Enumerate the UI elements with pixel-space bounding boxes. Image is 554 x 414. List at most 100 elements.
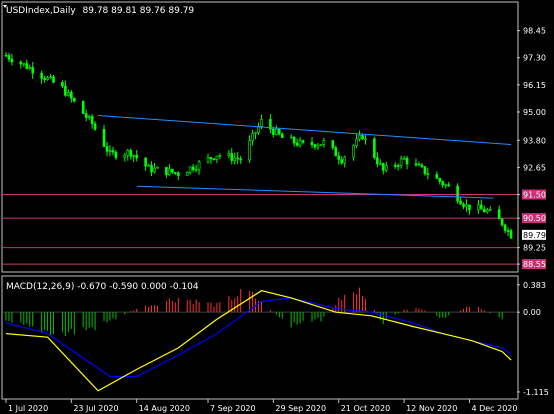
- candle-body: [298, 140, 302, 146]
- x-tick-label: 4 Dec 2020: [471, 404, 517, 413]
- candle-body: [393, 165, 397, 167]
- y-tick-label: 95.00: [523, 108, 546, 117]
- macd-label: MACD(12,26,9) -0.670 -0.590 0.000 -0.104: [6, 282, 199, 292]
- candle-body: [168, 168, 171, 176]
- candle-body: [399, 158, 403, 166]
- candle-body: [191, 166, 195, 171]
- candle-body: [135, 155, 138, 159]
- candle-body: [462, 203, 465, 207]
- x-tick-label: 29 Sep 2020: [275, 404, 326, 413]
- candle-body: [206, 157, 210, 163]
- candle-body: [40, 72, 43, 79]
- candle-body: [313, 144, 317, 148]
- candle-body: [19, 61, 23, 65]
- candle-body: [233, 157, 237, 161]
- candle-body: [376, 157, 379, 164]
- candle-body: [373, 138, 376, 158]
- candle-body: [22, 63, 26, 65]
- candle-body: [215, 155, 219, 160]
- candle-body: [144, 157, 147, 167]
- macd-y-tick-label: -1.115: [523, 388, 549, 397]
- current-price-label: 89.79: [523, 231, 546, 240]
- candle-body: [156, 166, 159, 169]
- candle-body: [218, 155, 222, 157]
- y-tick-label: 98.45: [523, 27, 546, 36]
- candle-body: [52, 76, 55, 83]
- candle-body: [254, 132, 257, 134]
- candle-body: [379, 163, 382, 165]
- candle-body: [301, 140, 305, 143]
- candle-body: [230, 153, 234, 161]
- y-tick-label: 97.30: [523, 54, 546, 63]
- macd-y-tick-label: 0.00: [523, 308, 541, 317]
- candle-body: [364, 138, 367, 141]
- candle-body: [209, 157, 213, 160]
- x-tick-label: 23 Jul 2020: [73, 404, 118, 413]
- candle-body: [500, 218, 504, 226]
- candle-body: [331, 140, 335, 148]
- candle-body: [441, 181, 445, 186]
- candle-body: [165, 166, 168, 176]
- candle-body: [275, 128, 278, 135]
- candle-body: [81, 100, 85, 114]
- candle-body: [239, 158, 242, 161]
- candle-body: [423, 166, 427, 174]
- candle-body: [31, 67, 35, 74]
- chart-background: [0, 0, 554, 414]
- candle-body: [503, 224, 507, 231]
- candle-body: [414, 163, 418, 166]
- candle-body: [465, 204, 468, 207]
- candle-body: [197, 161, 201, 170]
- candle-body: [105, 146, 109, 152]
- candle-body: [289, 136, 293, 139]
- candle-body: [361, 134, 364, 140]
- candle-body: [509, 230, 513, 239]
- candle-body: [111, 150, 115, 153]
- candle-body: [435, 174, 439, 179]
- candle-body: [417, 163, 421, 166]
- candle-body: [73, 97, 76, 102]
- candle-body: [150, 165, 153, 173]
- candle-body: [108, 150, 112, 152]
- candle-body: [153, 167, 156, 173]
- candle-body: [90, 116, 94, 125]
- candle-body: [280, 133, 284, 138]
- candle-body: [352, 145, 355, 158]
- candle-body: [7, 55, 11, 60]
- candle-body: [405, 157, 409, 165]
- candle-body: [272, 128, 275, 135]
- candle-body: [212, 158, 216, 161]
- symbol-label: USDIndex,Daily: [6, 6, 76, 16]
- x-tick-label: 7 Sep 2020: [210, 404, 256, 413]
- candle-body: [295, 142, 299, 146]
- y-tick-label: 92.65: [523, 163, 546, 172]
- x-tick-label: 14 Aug 2020: [139, 404, 190, 413]
- candle-body: [278, 128, 281, 135]
- candle-body: [319, 144, 323, 146]
- candle-body: [459, 200, 462, 205]
- candle-body: [114, 151, 118, 158]
- candle-body: [251, 133, 254, 141]
- candle-body: [61, 82, 64, 87]
- candle-body: [506, 230, 510, 232]
- y-tick-label: 91.50: [523, 191, 546, 200]
- candle-body: [236, 157, 240, 160]
- candle-body: [444, 184, 447, 187]
- candle-body: [260, 119, 263, 127]
- candle-body: [102, 128, 106, 147]
- candle-body: [447, 184, 450, 187]
- candle-body: [438, 178, 442, 182]
- candle-body: [396, 165, 400, 167]
- candle-body: [483, 208, 486, 213]
- y-tick-label: 89.25: [523, 244, 546, 253]
- candle-body: [194, 168, 198, 171]
- y-tick-label: 88.55: [523, 260, 546, 269]
- candle-body: [28, 67, 32, 69]
- candle-body: [126, 150, 130, 156]
- candle-body: [337, 155, 341, 160]
- chart-canvas[interactable]: USDIndex,Daily 89.78 89.81 89.76 89.79 M…: [0, 0, 554, 414]
- candle-body: [480, 204, 483, 210]
- candle-body: [46, 77, 49, 80]
- candle-body: [292, 136, 296, 144]
- candle-body: [402, 157, 406, 160]
